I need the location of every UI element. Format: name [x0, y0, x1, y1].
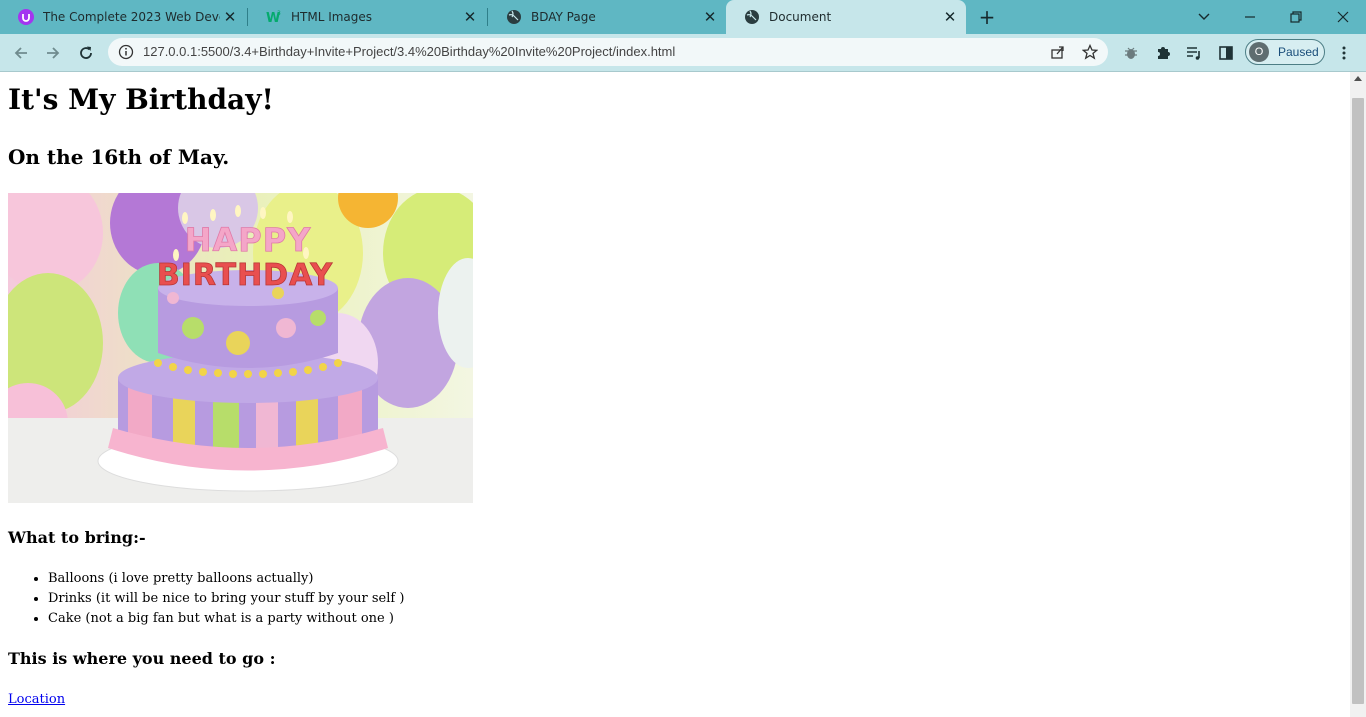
tab-search-button[interactable]	[1181, 0, 1227, 34]
close-window-button[interactable]	[1320, 0, 1366, 34]
globe-icon	[744, 9, 760, 25]
what-to-bring-heading: What to bring:-	[8, 528, 146, 547]
new-tab-button[interactable]: +	[976, 6, 998, 28]
extensions-button[interactable]	[1150, 40, 1176, 66]
close-tab-icon[interactable]: ✕	[220, 7, 240, 27]
side-panel-button[interactable]	[1213, 40, 1239, 66]
list-item: Cake (not a big fan but what is a party …	[48, 609, 404, 629]
forward-button[interactable]	[40, 40, 66, 66]
scrollbar-thumb[interactable]	[1352, 98, 1364, 704]
tab-bday-page[interactable]: BDAY Page ✕	[488, 0, 726, 34]
media-controls-button[interactable]	[1181, 40, 1207, 66]
avatar: O	[1249, 42, 1269, 62]
chevron-down-icon	[1198, 13, 1210, 20]
reload-button[interactable]	[73, 40, 99, 66]
extension-bug-button[interactable]	[1118, 40, 1144, 66]
close-tab-icon[interactable]: ✕	[940, 7, 960, 27]
arrow-right-icon	[47, 47, 60, 59]
candle-letters-bottom: BIRTHDAY	[157, 258, 334, 293]
kebab-menu-icon	[1342, 46, 1346, 60]
share-icon[interactable]	[1050, 44, 1066, 60]
restore-button[interactable]	[1273, 0, 1319, 34]
tab-html-images[interactable]: W3 HTML Images ✕	[248, 0, 486, 34]
reload-icon	[80, 46, 92, 59]
tab-strip: The Complete 2023 Web Develop ✕ W3 HTML …	[0, 0, 1366, 34]
profile-status-label: Paused	[1278, 45, 1319, 59]
close-icon	[1337, 11, 1349, 23]
bring-list: Balloons (i love pretty balloons actuall…	[8, 569, 404, 629]
globe-icon	[506, 9, 522, 25]
bug-icon	[1125, 47, 1137, 59]
address-bar[interactable]: 127.0.0.1:5500/3.4+Birthday+Invite+Proje…	[108, 38, 1108, 66]
udemy-icon	[18, 9, 34, 25]
close-tab-icon[interactable]: ✕	[460, 7, 480, 27]
candle-letters-top: HAPPY	[185, 221, 312, 259]
list-item: Balloons (i love pretty balloons actuall…	[48, 569, 404, 589]
page-title: It's My Birthday!	[8, 83, 274, 116]
tab-document[interactable]: Document ✕	[726, 0, 966, 34]
tab-title: HTML Images	[291, 10, 373, 24]
page-scrollbar[interactable]	[1350, 72, 1366, 717]
tab-title: BDAY Page	[531, 10, 596, 24]
w3schools-icon: W3	[266, 9, 282, 25]
restore-icon	[1290, 11, 1302, 23]
scroll-up-arrow-icon[interactable]	[1354, 76, 1362, 81]
date-subheading: On the 16th of May.	[8, 145, 230, 169]
page-content: It's My Birthday! On the 16th of May. HA…	[0, 72, 1350, 717]
profile-button[interactable]: O Paused	[1245, 39, 1325, 65]
browser-menu-button[interactable]	[1331, 40, 1357, 66]
url-text[interactable]: 127.0.0.1:5500/3.4+Birthday+Invite+Proje…	[143, 44, 675, 59]
minimize-button[interactable]	[1227, 0, 1273, 34]
side-panel-icon	[1219, 46, 1233, 60]
minimize-icon	[1245, 16, 1255, 18]
tab-title: The Complete 2023 Web Develop	[43, 10, 220, 24]
svg-text:3: 3	[277, 10, 281, 17]
info-icon[interactable]	[118, 44, 134, 60]
playlist-icon	[1187, 47, 1200, 60]
arrow-left-icon	[14, 47, 27, 59]
tab-title: Document	[769, 10, 832, 24]
close-tab-icon[interactable]: ✕	[700, 7, 720, 27]
tab-udemy-course[interactable]: The Complete 2023 Web Develop ✕	[0, 0, 246, 34]
browser-toolbar: 127.0.0.1:5500/3.4+Birthday+Invite+Proje…	[0, 34, 1366, 72]
location-link[interactable]: Location	[8, 692, 65, 707]
back-button[interactable]	[8, 40, 34, 66]
list-item: Drinks (it will be nice to bring your st…	[48, 589, 404, 609]
birthday-cake-image: HAPPY BIRTHDAY	[8, 193, 473, 503]
puzzle-icon	[1158, 47, 1170, 59]
bookmark-star-icon[interactable]	[1082, 44, 1098, 60]
where-to-go-heading: This is where you need to go :	[8, 649, 276, 668]
